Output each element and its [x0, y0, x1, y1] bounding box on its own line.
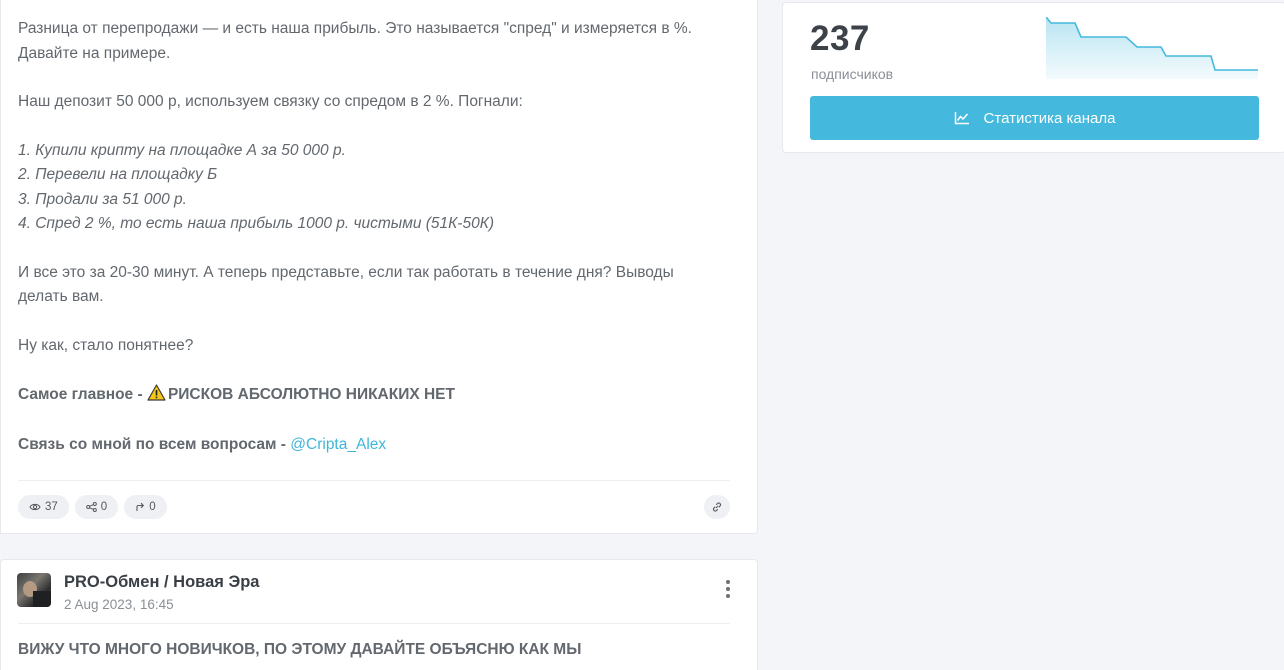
important-text: РИСКОВ АБСОЛЮТНО НИКАКИХ НЕТ	[167, 386, 455, 403]
more-vertical-icon[interactable]	[725, 580, 731, 600]
copy-link-button[interactable]	[704, 495, 730, 519]
views-count: 37	[45, 501, 58, 513]
link-icon	[712, 502, 722, 512]
post-card: PRO-Обмен / Новая Эра 2 Aug 2023, 16:45 …	[0, 559, 758, 670]
forward-icon	[136, 502, 145, 511]
subscriber-count: 237	[810, 19, 870, 58]
channel-stats-card: 237 подписчиков Статистика канала	[782, 2, 1284, 153]
post-line: И все это за 20-30 минут. А теперь предс…	[18, 263, 674, 281]
divider	[18, 623, 730, 624]
post-line: 3. Продали за 51 000 р.	[18, 190, 187, 208]
share-icon	[85, 502, 97, 512]
forwards-count: 0	[149, 501, 156, 513]
post-line: 1. Купили крипту на площадке А за 50 000…	[18, 141, 346, 159]
subscriber-label: подписчиков	[811, 66, 894, 82]
forwards-counter[interactable]: 0	[124, 495, 167, 519]
chart-line-icon	[954, 112, 969, 125]
subscriber-sparkline	[1046, 17, 1258, 79]
contact-label: Связь со мной по всем вопросам -	[18, 435, 291, 453]
important-line: Самое главное - РИСКОВ АБСОЛЮТНО НИКАКИХ…	[18, 383, 728, 408]
post-line: 4. Спред 2 %, то есть наша прибыль 1000 …	[18, 215, 495, 232]
post-stats: 37 0 0	[18, 495, 167, 519]
eye-icon	[29, 503, 41, 511]
channel-avatar[interactable]	[17, 573, 51, 607]
post-line: Наш депозит 50 000 р, используем связку …	[18, 93, 523, 110]
post-line: Давайте на примере.	[18, 44, 171, 62]
post-card: Разница от перепродажи — и есть наша при…	[0, 0, 758, 534]
shares-counter[interactable]: 0	[74, 495, 119, 519]
contact-line: Связь со мной по всем вопросам - @Cripta…	[18, 433, 728, 458]
post-text: ВИЖУ ЧТО МНОГО НОВИЧКОВ, ПО ЭТОМУ ДАВАЙТ…	[18, 641, 582, 658]
important-label: Самое главное -	[18, 386, 147, 403]
shares-count: 0	[100, 501, 108, 513]
post-date[interactable]: 2 Aug 2023, 16:45	[64, 597, 174, 612]
warning-icon	[147, 384, 166, 401]
channel-name[interactable]: PRO-Обмен / Новая Эра	[64, 573, 259, 592]
views-counter[interactable]: 37	[18, 495, 69, 519]
post-line: Ну как, стало понятнее?	[18, 336, 194, 354]
post-line: делать вам.	[18, 288, 104, 305]
contact-mention-link[interactable]: @Cripta_Alex	[290, 436, 386, 453]
divider	[18, 480, 730, 481]
channel-stats-label: Статистика канала	[983, 109, 1116, 127]
channel-stats-button[interactable]: Статистика канала	[810, 96, 1259, 140]
post-text: Разница от перепродажи — и есть наша при…	[18, 17, 728, 457]
post-line: 2. Перевели на площадку Б	[18, 166, 218, 183]
post-line: Разница от перепродажи — и есть наша при…	[18, 20, 692, 37]
page: Разница от перепродажи — и есть наша при…	[0, 0, 1284, 670]
